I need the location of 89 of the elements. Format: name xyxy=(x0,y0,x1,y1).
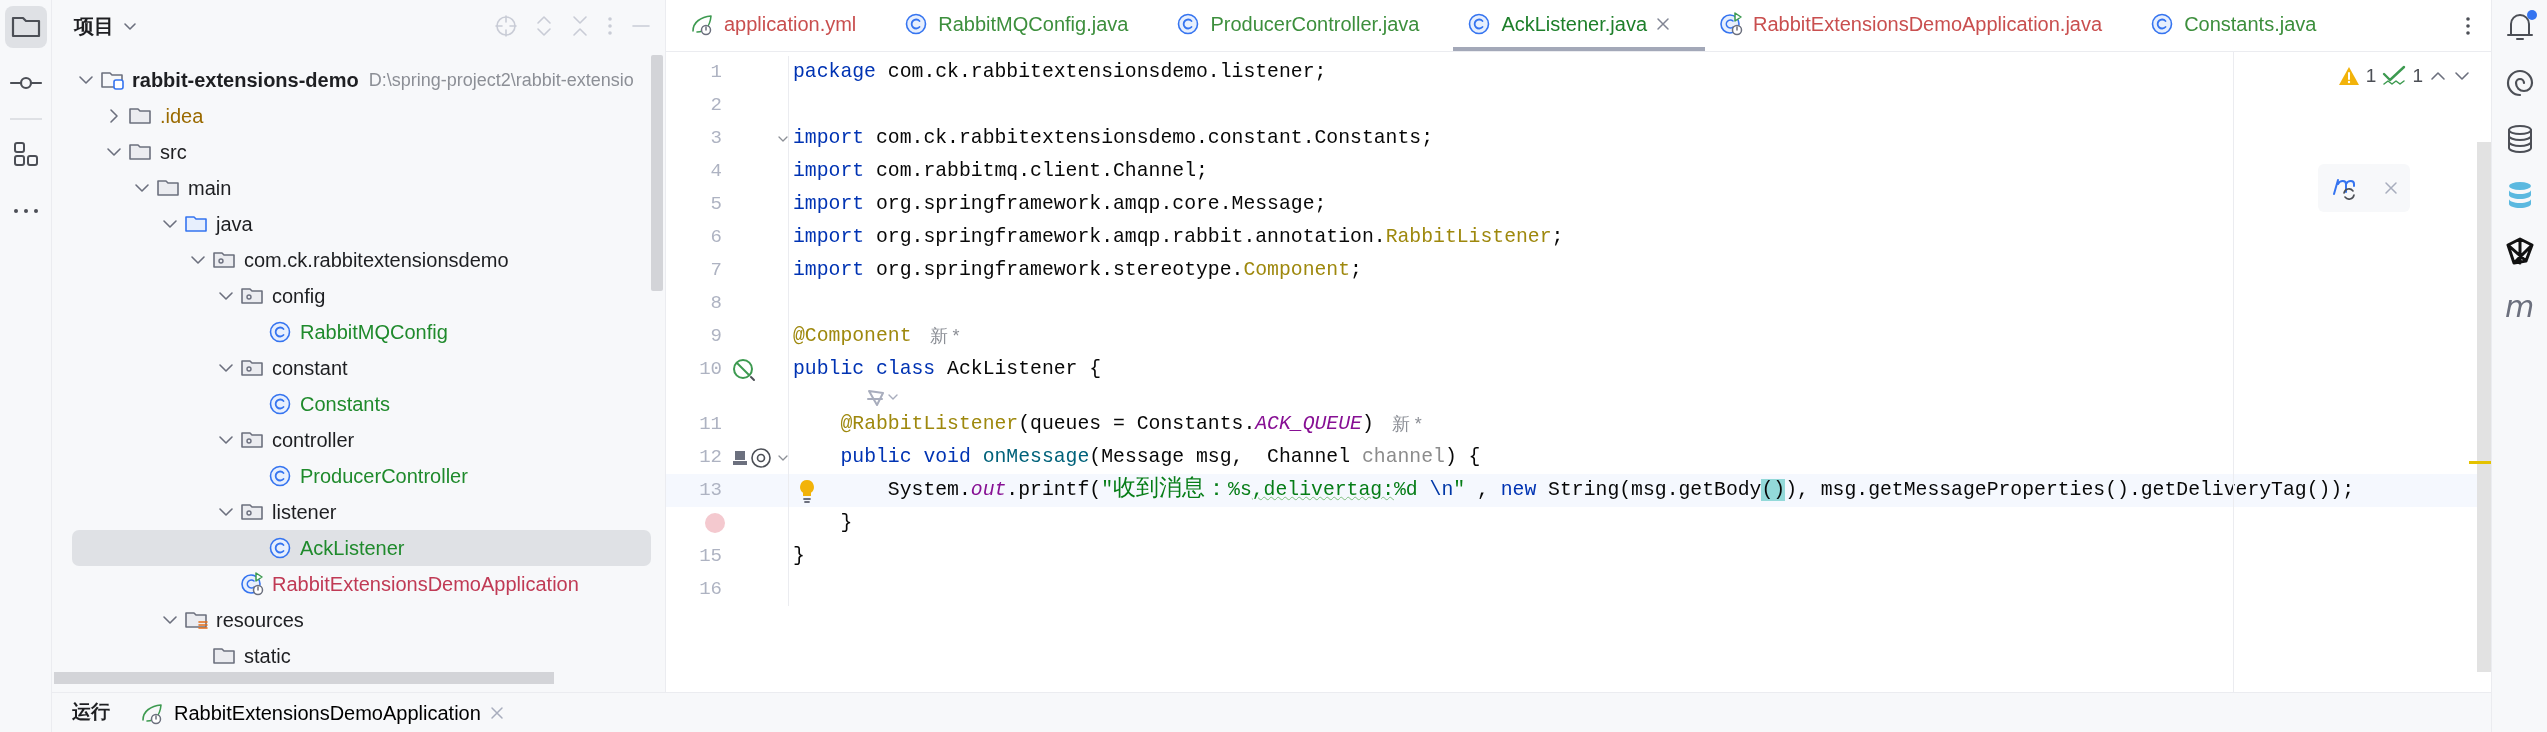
tree-item-label: .idea xyxy=(160,104,204,129)
tree-item-label: config xyxy=(272,284,326,309)
tree-row[interactable]: rabbit-extensions-demo D:\spring-project2\rabbit-extensio xyxy=(72,62,651,98)
code-line: import com.ck.rabbitextensionsdemo.constant.Constants; xyxy=(793,125,1434,151)
line-number: 5 xyxy=(710,193,722,216)
inlay-hint: 新 * xyxy=(929,325,960,348)
tree-row[interactable]: ProducerController xyxy=(72,458,651,494)
maven-tool-button[interactable]: m xyxy=(2498,286,2541,328)
line-number: 2 xyxy=(710,94,722,117)
tree-row[interactable]: constant xyxy=(72,350,651,386)
line-number: 7 xyxy=(710,259,722,282)
tree-item-label: controller xyxy=(272,428,355,453)
code-line: } xyxy=(793,543,805,569)
bulb-icon[interactable] xyxy=(797,478,817,504)
tree-row[interactable]: static xyxy=(72,638,651,674)
editor-tab[interactable]: AckListener.java xyxy=(1453,0,1706,51)
tree-item-label: ProducerController xyxy=(300,464,468,489)
code-line: @Component xyxy=(793,323,912,349)
stack-icon[interactable] xyxy=(732,448,748,467)
more-icon xyxy=(12,208,39,214)
tree-item-label: java xyxy=(216,212,253,237)
tree-item-label: RabbitExtensionsDemoApplication xyxy=(272,572,579,597)
tree-item-label: Constants xyxy=(300,392,391,417)
kebab-icon[interactable] xyxy=(2465,14,2471,37)
editor-tab[interactable]: Constants.java xyxy=(2136,0,2351,51)
code-line: @RabbitListener(queues = Constants.ACK_QUEUE) xyxy=(840,411,1374,437)
no-entry-icon[interactable] xyxy=(732,357,756,382)
tree-row[interactable]: com.ck.rabbitextensionsdemo xyxy=(72,242,651,278)
spring-app-icon xyxy=(240,571,266,597)
tree-item-label: src xyxy=(160,140,187,165)
tree-item-label: com.ck.rabbitextensionsdemo xyxy=(244,248,509,273)
warning-icon xyxy=(2337,66,2360,87)
tree-row[interactable]: RabbitExtensionsDemoApplication xyxy=(72,566,651,602)
tree-item-label: constant xyxy=(272,356,348,381)
tree-row[interactable]: config xyxy=(72,278,651,314)
line-number: 9 xyxy=(710,325,722,348)
panel-title: 项目 xyxy=(74,14,114,39)
line-number: 4 xyxy=(710,160,722,183)
line-number: 10 xyxy=(699,358,722,381)
tree-item-label: static xyxy=(244,644,291,669)
editor-tab[interactable]: ProducerController.java xyxy=(1162,0,1454,51)
tree-row[interactable]: resources xyxy=(72,602,651,638)
tree-row[interactable]: AckListener xyxy=(72,530,651,566)
check-icon xyxy=(2382,65,2407,88)
editor-tab[interactable]: application.yml xyxy=(676,0,891,51)
code-line: import org.springframework.amqp.core.Message; xyxy=(793,191,1327,217)
tree-row[interactable]: src xyxy=(72,134,651,170)
tree-row[interactable]: controller xyxy=(72,422,651,458)
at-sign-icon[interactable] xyxy=(750,446,772,469)
run-tab[interactable]: RabbitExtensionsDemoApplication xyxy=(140,697,505,728)
warning-stripe xyxy=(2469,461,2491,464)
warning-count: 1 xyxy=(2365,64,2377,88)
line-number: 12 xyxy=(699,446,722,469)
tree-item-label: main xyxy=(188,176,232,201)
tree-item-label: RabbitMQConfig xyxy=(300,320,448,345)
tree-item-label: listener xyxy=(272,500,337,525)
code-line: import com.rabbitmq.client.Channel; xyxy=(793,158,1208,184)
code-line: public void onMessage(Message msg, Channel channel) { xyxy=(840,444,1481,470)
tree-row[interactable]: java xyxy=(72,206,651,242)
code-line: package com.ck.rabbitextensionsdemo.listener; xyxy=(793,59,1327,85)
line-number: 13 xyxy=(699,479,722,502)
project-path: D:\spring-project2\rabbit-extensio xyxy=(368,68,634,92)
code-line: System.out.printf("收到消息：%s,delivertag:%d \n" , new String(msg.getBody()), msg.getMessageProperties().getDeliveryTag()); xyxy=(887,475,2355,504)
tree-item-label: AckListener xyxy=(300,536,405,561)
weak-warning-count: 1 xyxy=(2412,64,2423,88)
inlay-hint: 新 * xyxy=(1391,413,1422,436)
tree-item-label: resources xyxy=(216,608,304,633)
code-line: import org.springframework.stereotype.Component; xyxy=(793,257,1362,283)
close-icon[interactable] xyxy=(1655,15,1672,32)
line-number: 3 xyxy=(710,127,722,150)
folder-tool-button[interactable] xyxy=(4,6,47,48)
tree-row[interactable]: main xyxy=(72,170,651,206)
line-number: 11 xyxy=(699,413,722,436)
tree-row[interactable]: RabbitMQConfig xyxy=(72,314,651,350)
line-number: 6 xyxy=(710,226,722,249)
tree-row[interactable]: .idea xyxy=(72,98,651,134)
tree-item-label: rabbit-extensions-demo xyxy=(132,68,359,93)
tree-row[interactable]: listener xyxy=(72,494,651,530)
panel-title: 运行 xyxy=(72,700,110,725)
code-line: public class AckListener { xyxy=(793,356,1102,382)
editor-tab[interactable]: RabbitExtensionsDemoApplication.java xyxy=(1705,0,2137,51)
editor-tab[interactable]: RabbitMQConfig.java xyxy=(890,0,1163,51)
tree-row[interactable]: Constants xyxy=(72,386,651,422)
code-line: } xyxy=(840,510,853,536)
line-number: 16 xyxy=(699,578,722,601)
line-number: 15 xyxy=(699,545,722,568)
line-number: 8 xyxy=(710,292,722,315)
code-line: import org.springframework.amqp.rabbit.annotation.RabbitListener; xyxy=(793,224,1564,250)
line-number: 1 xyxy=(710,61,722,84)
